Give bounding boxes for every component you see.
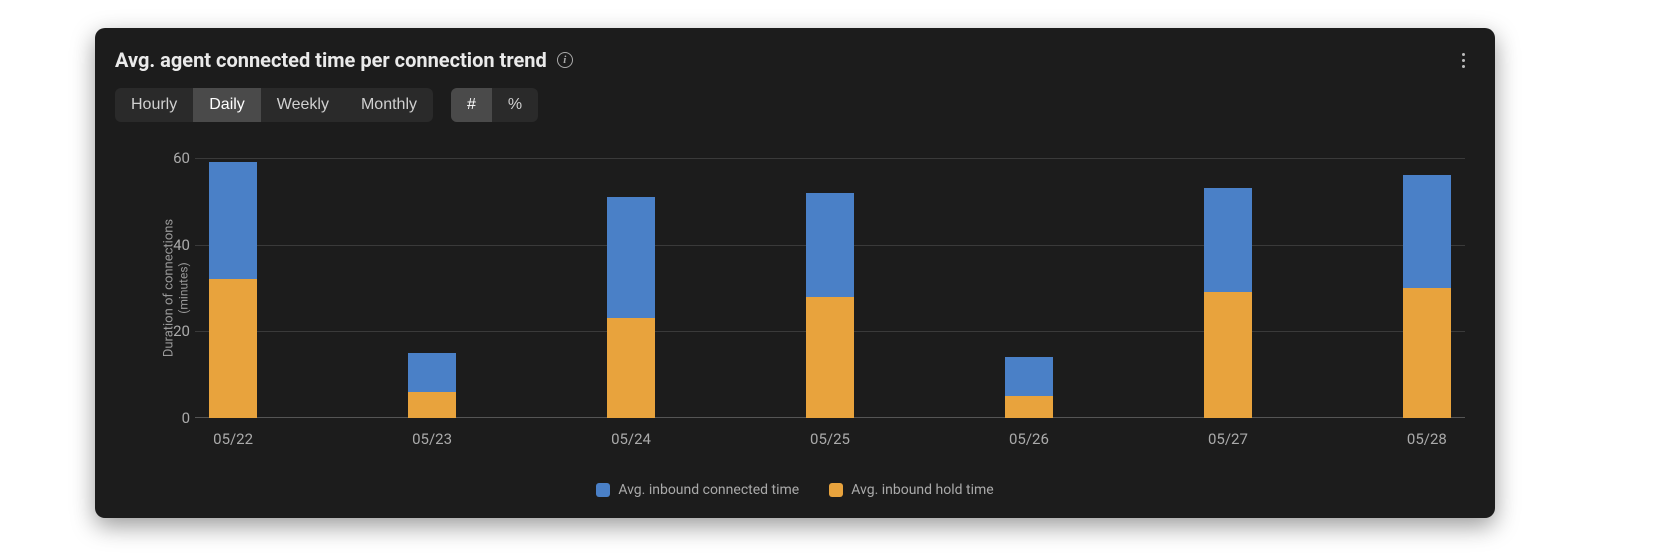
card-header: Avg. agent connected time per connection… xyxy=(95,28,1495,72)
bar-segment-hold xyxy=(1204,292,1252,418)
bar-segment-hold xyxy=(1005,396,1053,418)
mode-toggle: #% xyxy=(451,88,538,122)
legend-label-hold: Avg. inbound hold time xyxy=(851,482,993,498)
bar-column[interactable] xyxy=(1005,357,1053,418)
granularity-option-monthly[interactable]: Monthly xyxy=(345,88,433,122)
bar-segment-connected xyxy=(408,353,456,392)
granularity-option-weekly[interactable]: Weekly xyxy=(261,88,345,122)
more-menu-icon[interactable] xyxy=(1451,48,1475,72)
y-tick-label: 60 xyxy=(160,149,190,167)
chart-card: Avg. agent connected time per connection… xyxy=(95,28,1495,518)
info-icon[interactable]: i xyxy=(557,52,573,68)
y-tick-label: 0 xyxy=(160,409,190,427)
bar-column[interactable] xyxy=(1403,175,1451,418)
plot-region: 0204060 xyxy=(195,158,1465,418)
y-tick-label: 40 xyxy=(160,236,190,254)
legend-item-connected[interactable]: Avg. inbound connected time xyxy=(596,482,799,498)
chart-title: Avg. agent connected time per connection… xyxy=(115,48,547,72)
mode-option-#[interactable]: # xyxy=(451,88,492,122)
bar-segment-hold xyxy=(806,297,854,418)
x-axis-labels: 05/22 05/23 05/24 05/25 05/26 05/27 05/28 xyxy=(195,430,1465,460)
bar-segment-connected xyxy=(209,162,257,279)
bar-column[interactable] xyxy=(408,353,456,418)
granularity-option-daily[interactable]: Daily xyxy=(193,88,261,122)
bar-segment-hold xyxy=(408,392,456,418)
x-tick-label: 05/26 xyxy=(1009,430,1049,448)
bar-column[interactable] xyxy=(1204,188,1252,418)
bar-segment-connected xyxy=(607,197,655,318)
x-tick-label: 05/22 xyxy=(213,430,253,448)
legend-swatch-connected xyxy=(596,483,610,497)
legend: Avg. inbound connected time Avg. inbound… xyxy=(115,482,1475,498)
x-tick-label: 05/25 xyxy=(810,430,850,448)
bar-column[interactable] xyxy=(806,193,854,418)
bar-segment-hold xyxy=(1403,288,1451,418)
gridline xyxy=(195,158,1465,159)
x-tick-label: 05/27 xyxy=(1208,430,1248,448)
mode-option-%[interactable]: % xyxy=(492,88,538,122)
bar-segment-connected xyxy=(1403,175,1451,288)
granularity-option-hourly[interactable]: Hourly xyxy=(115,88,193,122)
x-tick-label: 05/28 xyxy=(1407,430,1447,448)
legend-item-hold[interactable]: Avg. inbound hold time xyxy=(829,482,993,498)
legend-label-connected: Avg. inbound connected time xyxy=(618,482,799,498)
granularity-toggle: HourlyDailyWeeklyMonthly xyxy=(115,88,433,122)
bar-segment-connected xyxy=(1005,357,1053,396)
chart-area: Duration of connections (minutes) 020406… xyxy=(115,148,1475,498)
bar-column[interactable] xyxy=(607,197,655,418)
chart-controls: HourlyDailyWeeklyMonthly #% xyxy=(95,72,1495,122)
bar-segment-connected xyxy=(806,193,854,297)
bar-column[interactable] xyxy=(209,162,257,418)
x-tick-label: 05/24 xyxy=(611,430,651,448)
bar-segment-hold xyxy=(607,318,655,418)
bar-segment-connected xyxy=(1204,188,1252,292)
y-tick-label: 20 xyxy=(160,322,190,340)
legend-swatch-hold xyxy=(829,483,843,497)
bar-segment-hold xyxy=(209,279,257,418)
x-tick-label: 05/23 xyxy=(412,430,452,448)
